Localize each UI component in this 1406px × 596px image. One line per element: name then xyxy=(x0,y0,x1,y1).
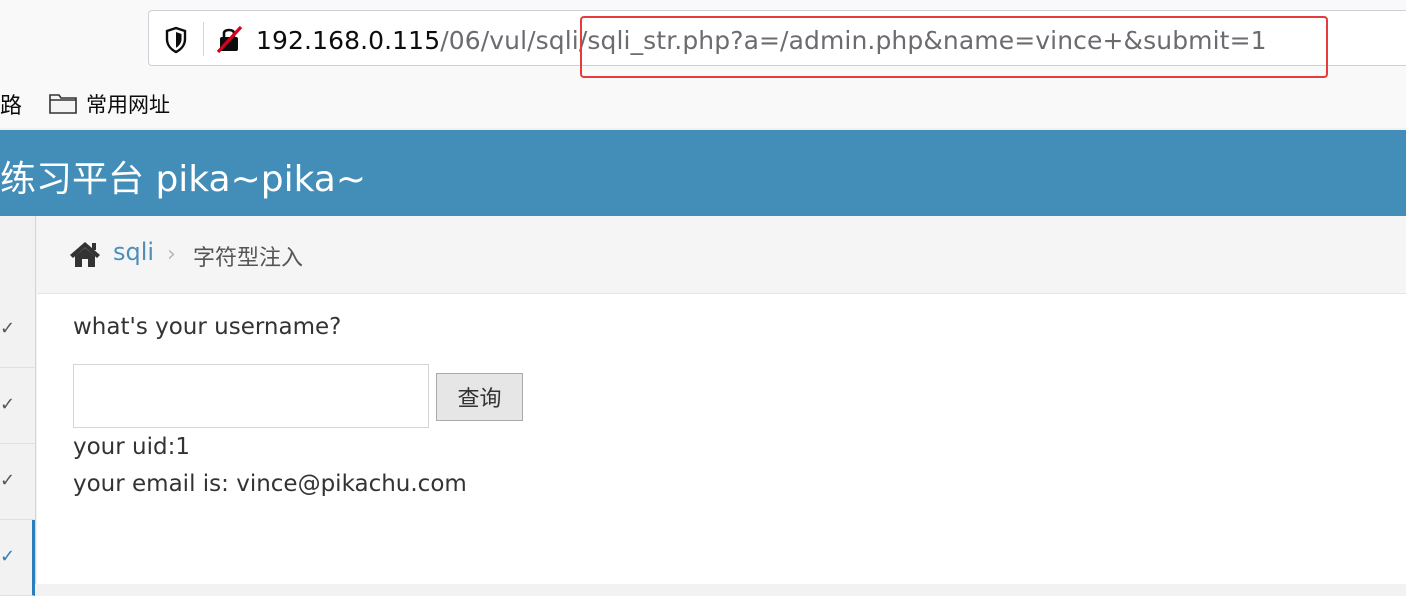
result-uid: your uid:1 xyxy=(73,434,190,460)
chevron-right-icon: › xyxy=(167,242,176,267)
url-highlight-box xyxy=(580,16,1328,78)
sidebar-item[interactable]: ✓ xyxy=(0,368,35,444)
username-question: what's your username? xyxy=(73,314,342,340)
sidebar-item-active[interactable]: ✓ xyxy=(0,520,35,596)
check-icon: ✓ xyxy=(0,470,16,491)
bookmark-folder-label[interactable]: 常用网址 xyxy=(86,89,170,119)
bookmarks-bar: 路 常用网址 xyxy=(0,80,1406,128)
app-title[interactable]: 练习平台 pika~pika~ xyxy=(0,150,366,202)
username-input[interactable] xyxy=(73,364,429,428)
breadcrumb-current: 字符型注入 xyxy=(193,246,304,271)
sidebar-item[interactable]: ✓ xyxy=(0,444,35,520)
result-email: your email is: vince@pikachu.com xyxy=(73,471,467,497)
query-button[interactable]: 查询 xyxy=(436,373,523,421)
check-icon: ✓ xyxy=(0,318,16,339)
check-icon: ✓ xyxy=(0,394,16,415)
url-host: 192.168.0.115 xyxy=(256,26,441,55)
main-content: what's your username? 查询 your uid:1 your… xyxy=(37,294,1406,584)
address-separator xyxy=(203,22,204,56)
bookmark-fragment[interactable]: 路 xyxy=(0,88,22,120)
sidebar-item[interactable]: ✓ xyxy=(0,292,35,368)
breadcrumb: sqli › 字符型注入 xyxy=(37,216,1406,294)
breadcrumb-link-sqli[interactable]: sqli xyxy=(113,238,154,266)
shield-icon[interactable] xyxy=(164,26,188,54)
app-header: 练习平台 pika~pika~ xyxy=(0,130,1406,216)
home-icon xyxy=(70,242,100,267)
sidebar: ✓ ✓ ✓ ✓ xyxy=(0,216,36,596)
url-path: /06/vul/sqli/ xyxy=(440,26,588,55)
folder-icon xyxy=(49,94,77,114)
check-icon: ✓ xyxy=(0,546,16,567)
browser-toolbar: 192.168.0.115/06/vul/sqli/sqli_str.php?a… xyxy=(0,0,1406,80)
insecure-lock-icon[interactable] xyxy=(214,24,244,54)
